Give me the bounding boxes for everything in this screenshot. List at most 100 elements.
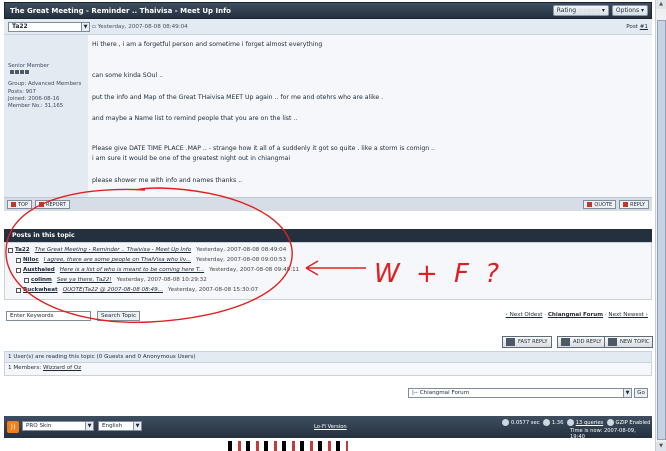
gzip-icon	[606, 419, 614, 426]
topic-tree-row[interactable]: Niloc I agree, there are some people on …	[16, 257, 286, 263]
tree-snippet[interactable]: I agree, there are some people on ThaiVi…	[44, 257, 191, 263]
next-newest-link[interactable]: Next Newest ›	[608, 312, 648, 318]
tree-author[interactable]: Austhaied	[23, 267, 55, 273]
tree-date: Yesterday, 2007-08-08 15:30:07	[168, 287, 259, 293]
tree-author[interactable]: colinm	[31, 277, 52, 283]
post-line: please shower me with info and names tha…	[92, 177, 243, 184]
thread-header: The Great Meeting - Reminder .. Thaivisa…	[4, 2, 652, 19]
server-icon	[542, 419, 550, 426]
quote-icon	[587, 202, 593, 207]
author-posts: Posts: 907	[8, 88, 36, 95]
tree-snippet[interactable]: Here is a list of who is meant to be com…	[60, 267, 204, 273]
tree-author[interactable]: Niloc	[23, 257, 39, 263]
top-button[interactable]: TOP	[7, 200, 33, 209]
go-button[interactable]: Go	[634, 388, 648, 398]
language-value: English	[102, 423, 123, 429]
topic-tree-row[interactable]: colinm See ya there, Ta22! Yesterday, 20…	[24, 277, 207, 283]
author-member-no: Member No.: 31,165	[8, 103, 64, 110]
chevron-down-icon: ▼	[623, 389, 631, 397]
fast-reply-button[interactable]: FAST REPLY	[502, 336, 552, 348]
post-line: Please give DATE TIME PLACE .MAP .. - st…	[92, 145, 436, 152]
new-topic-icon	[608, 338, 617, 346]
star-icons: ☆☆☆☆☆	[578, 7, 601, 14]
reply-icon	[623, 202, 629, 207]
tree-date: Yesterday, 2007-08-08 08:49:04	[196, 247, 287, 253]
post-line: and maybe a Name list to remind people t…	[92, 115, 298, 122]
options-button[interactable]: Options ▾	[611, 5, 648, 16]
post-date: ▫ Yesterday, 2007-08-08 08:49:04	[92, 24, 188, 30]
post-line: Hi there , i am a forgetful person and s…	[92, 41, 323, 48]
tree-snippet[interactable]: See ya there, Ta22!	[57, 277, 112, 283]
tree-node-icon	[16, 257, 21, 263]
posts-in-topic-heading: Posts in this topic	[4, 229, 652, 242]
username-dropdown[interactable]: Ta22 ▼	[8, 22, 90, 32]
reply-button[interactable]: REPLY	[619, 200, 649, 209]
tree-date: Yesterday, 2007-08-08 09:49:11	[209, 267, 300, 273]
vertical-scrollbar[interactable]: ▲ ▼	[655, 0, 666, 451]
fast-reply-icon	[506, 338, 515, 346]
post-line: can some kinda SOul ..	[92, 72, 164, 79]
tree-author[interactable]: Buckwheat	[23, 287, 58, 293]
nav-separator: ·	[544, 312, 547, 318]
forum-link[interactable]: Chiangmai Forum	[548, 312, 603, 318]
tree-node-icon	[24, 277, 29, 283]
author-rank: Senior Member	[8, 63, 50, 69]
quote-button[interactable]: QUOTE	[583, 200, 617, 209]
chevron-down-icon: ▼	[133, 422, 141, 430]
topic-tree-row[interactable]: Ta22 The Great Meeting - Reminder .. Tha…	[8, 247, 286, 253]
author-group: Group: Advanced Members	[8, 81, 82, 88]
tree-node-icon	[8, 247, 13, 253]
language-select[interactable]: English ▼	[98, 421, 142, 431]
rank-pips	[8, 70, 84, 77]
rss-icon[interactable]: ))	[7, 421, 19, 433]
new-topic-button[interactable]: NEW TOPIC	[604, 336, 654, 348]
thread-title: The Great Meeting - Reminder .. Thaivisa…	[10, 6, 231, 15]
reader-member-link[interactable]: Wizzard of Oz	[43, 365, 81, 371]
tree-date: Yesterday, 2007-08-08 09:00:53	[196, 257, 287, 263]
options-label: Options	[615, 7, 640, 14]
topic-tree-row[interactable]: Buckwheat QUOTE(Ta22 @ 2007-08-08 08:49.…	[16, 287, 258, 293]
author-panel: Senior Member Group: Advanced Members Po…	[4, 35, 88, 197]
scroll-down-icon[interactable]: ▼	[656, 442, 666, 451]
tree-snippet[interactable]: QUOTE(Ta22 @ 2007-08-08 08:49...	[63, 287, 163, 293]
database-icon	[566, 419, 574, 426]
forum-jump-select[interactable]: |-- Chiangmai Forum ▼	[408, 388, 632, 398]
post-line: put the info and Map of the Great THaivi…	[92, 94, 384, 101]
search-input[interactable]: Enter Keywords	[6, 311, 91, 321]
rating-button[interactable]: Rating ☆☆☆☆☆ ▾	[552, 5, 609, 16]
tree-date: Yesterday, 2007-08-08 10:29:32	[116, 277, 207, 283]
scroll-up-icon[interactable]: ▲	[656, 0, 666, 9]
topic-tree-row[interactable]: Austhaied Here is a list of who is meant…	[16, 267, 299, 273]
post-meta-strip: Ta22 ▼ ▫ Yesterday, 2007-08-08 08:49:04 …	[4, 19, 652, 35]
post-line: i am sure it would be one of the greates…	[92, 155, 291, 162]
search-topic-button[interactable]: Search Topic	[97, 311, 141, 321]
skin-select[interactable]: PRO Skin ▼	[22, 421, 94, 431]
tree-snippet[interactable]: The Great Meeting - Reminder .. Thaivisa…	[35, 247, 191, 253]
arrow-up-icon	[11, 202, 16, 207]
tree-node-icon	[16, 287, 21, 293]
scrollbar-thumb[interactable]	[657, 20, 666, 440]
page-stats: 0.0577 sec 1.36 13 queries GZIP Enabled	[502, 419, 650, 426]
rating-label: Rating	[556, 7, 577, 14]
add-reply-button[interactable]: ADD REPLY	[557, 336, 606, 348]
skin-value: PRO Skin	[26, 423, 52, 429]
image-strip	[228, 441, 348, 451]
next-oldest-link[interactable]: ‹ Next Oldest	[506, 312, 543, 318]
footer-bar: )) PRO Skin ▼ English ▼ Lo-Fi Version 0.…	[4, 416, 652, 440]
report-button[interactable]: REPORT	[35, 200, 70, 209]
chevron-down-icon: ▾	[600, 7, 605, 14]
report-icon	[39, 202, 45, 207]
posts-in-topic-tree: Ta22 The Great Meeting - Reminder .. Tha…	[4, 242, 652, 300]
post-number[interactable]: Post #1	[626, 24, 648, 30]
forum-jump-value: |-- Chiangmai Forum	[412, 390, 470, 396]
add-reply-icon	[561, 338, 570, 346]
chevron-down-icon: ▾	[639, 7, 644, 14]
members-label: 1 Members:	[8, 365, 42, 371]
chevron-down-icon: ▼	[85, 422, 93, 430]
queries-count[interactable]: 13 queries	[576, 420, 604, 426]
lofi-version-link[interactable]: Lo-Fi Version	[314, 424, 347, 430]
tree-author[interactable]: Ta22	[15, 247, 30, 253]
post-body: Hi there , i am a forgetful person and s…	[88, 35, 652, 197]
readers-list: 1 Members: Wizzard of Oz	[4, 363, 652, 376]
topic-navigation: ‹ Next Oldest · Chiangmai Forum · Next N…	[506, 312, 648, 318]
